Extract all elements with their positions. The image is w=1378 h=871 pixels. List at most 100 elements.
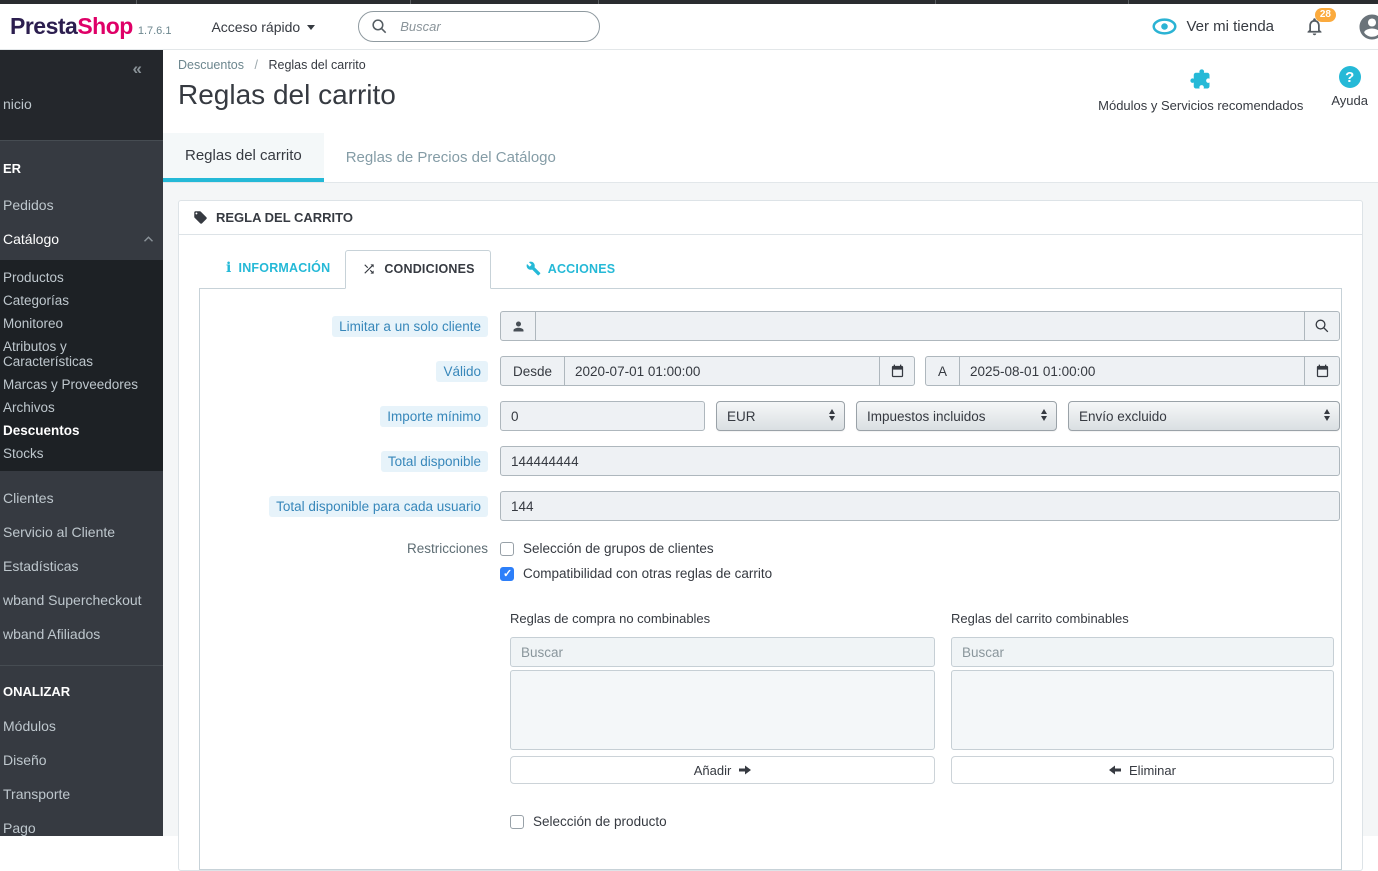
sidebar-item-payment[interactable]: Pago [0, 811, 163, 836]
sidebar-item-stats[interactable]: Estadísticas [0, 549, 163, 583]
min-amount-label[interactable]: Importe mínimo [380, 405, 488, 427]
select-arrows-icon [1041, 409, 1047, 421]
customer-search-input[interactable] [535, 311, 1305, 341]
sidebar-item-modules[interactable]: Módulos [0, 709, 163, 743]
conditions-form: Limitar a un solo cliente Válido Desde 2… [199, 288, 1342, 870]
search-input[interactable] [398, 18, 559, 35]
customer-groups-checkbox[interactable] [500, 541, 514, 556]
admin-header: PrestaShop 1.7.6.1 Acceso rápido Ver mi … [0, 4, 1378, 50]
sidebar-item-attributes[interactable]: Atributos y Características [0, 335, 163, 373]
sidebar-section-personalize: ONALIZAR [3, 684, 71, 699]
cart-rule-panel: REGLA DEL CARRITO i INFORMACIÓN CONDICIO… [178, 200, 1363, 871]
eye-icon [1152, 18, 1177, 35]
sidebar-item-orders[interactable]: Pedidos [0, 188, 163, 222]
main-content: Descuentos / Reglas del carrito Reglas d… [163, 50, 1378, 871]
tax-select[interactable]: Impuestos incluidos [856, 401, 1057, 431]
notification-count-badge: 28 [1314, 8, 1336, 22]
wrench-icon [526, 261, 541, 276]
shuffle-icon [361, 262, 377, 276]
calendar-icon[interactable] [1304, 356, 1340, 386]
account-menu-button[interactable] [1357, 12, 1378, 42]
sidebar-item-shipping[interactable]: Transporte [0, 777, 163, 811]
panel-title: REGLA DEL CARRITO [216, 210, 353, 225]
product-selection-checkbox[interactable] [510, 814, 524, 829]
breadcrumb-parent[interactable]: Descuentos [178, 58, 244, 72]
combinable-search-input[interactable] [951, 637, 1334, 667]
currency-select[interactable]: EUR [716, 401, 845, 431]
subtab-actions[interactable]: ACCIONES [511, 250, 631, 288]
min-amount-input[interactable] [500, 401, 705, 431]
tab-cart-rules[interactable]: Reglas del carrito [163, 133, 324, 182]
select-arrows-icon [1324, 409, 1330, 421]
help-icon: ? [1338, 66, 1361, 88]
sidebar-section-sell: ER [3, 161, 22, 176]
sidebar-item-categories[interactable]: Categorías [0, 289, 163, 312]
sidebar-item-customer-service[interactable]: Servicio al Cliente [0, 515, 163, 549]
breadcrumb-current: Reglas del carrito [268, 58, 366, 72]
sidebar-item-customers[interactable]: Clientes [0, 481, 163, 515]
total-available-input[interactable] [500, 446, 1340, 476]
compatibility-checkbox[interactable] [500, 566, 514, 581]
total-per-user-input[interactable] [500, 491, 1340, 521]
total-per-user-label[interactable]: Total disponible para cada usuario [269, 495, 488, 517]
sidebar-item-discounts[interactable]: Descuentos [0, 419, 163, 442]
uncombinable-search-input[interactable] [510, 637, 935, 667]
recommended-modules-button[interactable]: Módulos y Servicios recomendados [1098, 66, 1303, 113]
sidebar-item-products[interactable]: Productos [0, 266, 163, 289]
sidebar-item-home[interactable]: nicio [3, 96, 32, 112]
subtab-information[interactable]: i INFORMACIÓN [211, 249, 345, 288]
sidebar-item-brands[interactable]: Marcas y Proveedores [0, 373, 163, 396]
date-from-input[interactable] [564, 356, 880, 386]
global-search[interactable] [358, 11, 601, 42]
help-button[interactable]: ? Ayuda [1331, 66, 1368, 108]
sidebar-home-block: « nicio [0, 50, 163, 140]
sidebar-item-affiliates[interactable]: wband Afiliados [0, 617, 163, 651]
restrictions-label: Restricciones [406, 541, 488, 556]
sidebar-collapse-button[interactable]: « [133, 59, 142, 79]
customer-search-button[interactable] [1304, 311, 1340, 341]
sidebar-item-catalog[interactable]: Catálogo [0, 222, 163, 256]
sidebar-item-supercheckout[interactable]: wband Supercheckout [0, 583, 163, 617]
chevron-up-icon [143, 235, 154, 243]
sidebar-item-monitoring[interactable]: Monitoreo [0, 312, 163, 335]
main-tabs: Reglas del carrito Reglas de Precios del… [163, 133, 1378, 183]
prestashop-logo[interactable]: PrestaShop [10, 13, 133, 40]
sidebar-item-files[interactable]: Archivos [0, 396, 163, 419]
divider [0, 140, 163, 141]
avatar-icon [1357, 12, 1378, 42]
info-icon: i [226, 260, 232, 276]
puzzle-icon [1187, 66, 1214, 93]
remove-rule-button[interactable]: Eliminar [951, 756, 1334, 784]
form-subtabs: i INFORMACIÓN CONDICIONES ACCIONES [199, 249, 1342, 289]
sidebar-item-design[interactable]: Diseño [0, 743, 163, 777]
sidebar-item-stocks[interactable]: Stocks [0, 442, 163, 465]
subtab-conditions[interactable]: CONDICIONES [345, 250, 491, 289]
quick-access-menu[interactable]: Acceso rápido [211, 19, 316, 35]
page-header: Descuentos / Reglas del carrito Reglas d… [163, 50, 1378, 133]
notifications-button[interactable]: 28 [1304, 8, 1336, 37]
customer-limit-label[interactable]: Limitar a un solo cliente [332, 315, 488, 337]
chevron-down-icon [307, 25, 316, 30]
sidebar-nav: « nicio ER Pedidos Catálogo Productos Ca… [0, 50, 163, 836]
combinable-rules-list[interactable] [951, 670, 1334, 750]
shipping-select[interactable]: Envío excluido [1068, 401, 1340, 431]
uncombinable-rules-list[interactable] [510, 670, 935, 750]
select-arrows-icon [829, 409, 835, 421]
total-available-label[interactable]: Total disponible [380, 450, 488, 472]
view-shop-link[interactable]: Ver mi tienda [1152, 18, 1274, 35]
browser-edge-strip [0, 0, 1378, 4]
search-icon [371, 18, 388, 35]
version-label: 1.7.6.1 [137, 24, 172, 37]
sidebar-catalog-submenu: Productos Categorías Monitoreo Atributos… [0, 260, 163, 471]
valid-label[interactable]: Válido [436, 360, 488, 382]
add-rule-button[interactable]: Añadir [510, 756, 935, 784]
tag-icon [193, 210, 208, 225]
tab-catalog-price-rules[interactable]: Reglas de Precios del Catálogo [324, 133, 578, 182]
arrow-right-icon [739, 764, 752, 776]
date-to-input[interactable] [959, 356, 1305, 386]
date-from-prefix: Desde [500, 356, 566, 386]
calendar-icon[interactable] [879, 356, 915, 386]
arrow-left-icon [1109, 764, 1122, 776]
combinable-rules-column: Reglas del carrito combinables Eliminar [951, 611, 1334, 784]
uncombinable-rules-column: Reglas de compra no combinables Añadir [510, 611, 935, 784]
